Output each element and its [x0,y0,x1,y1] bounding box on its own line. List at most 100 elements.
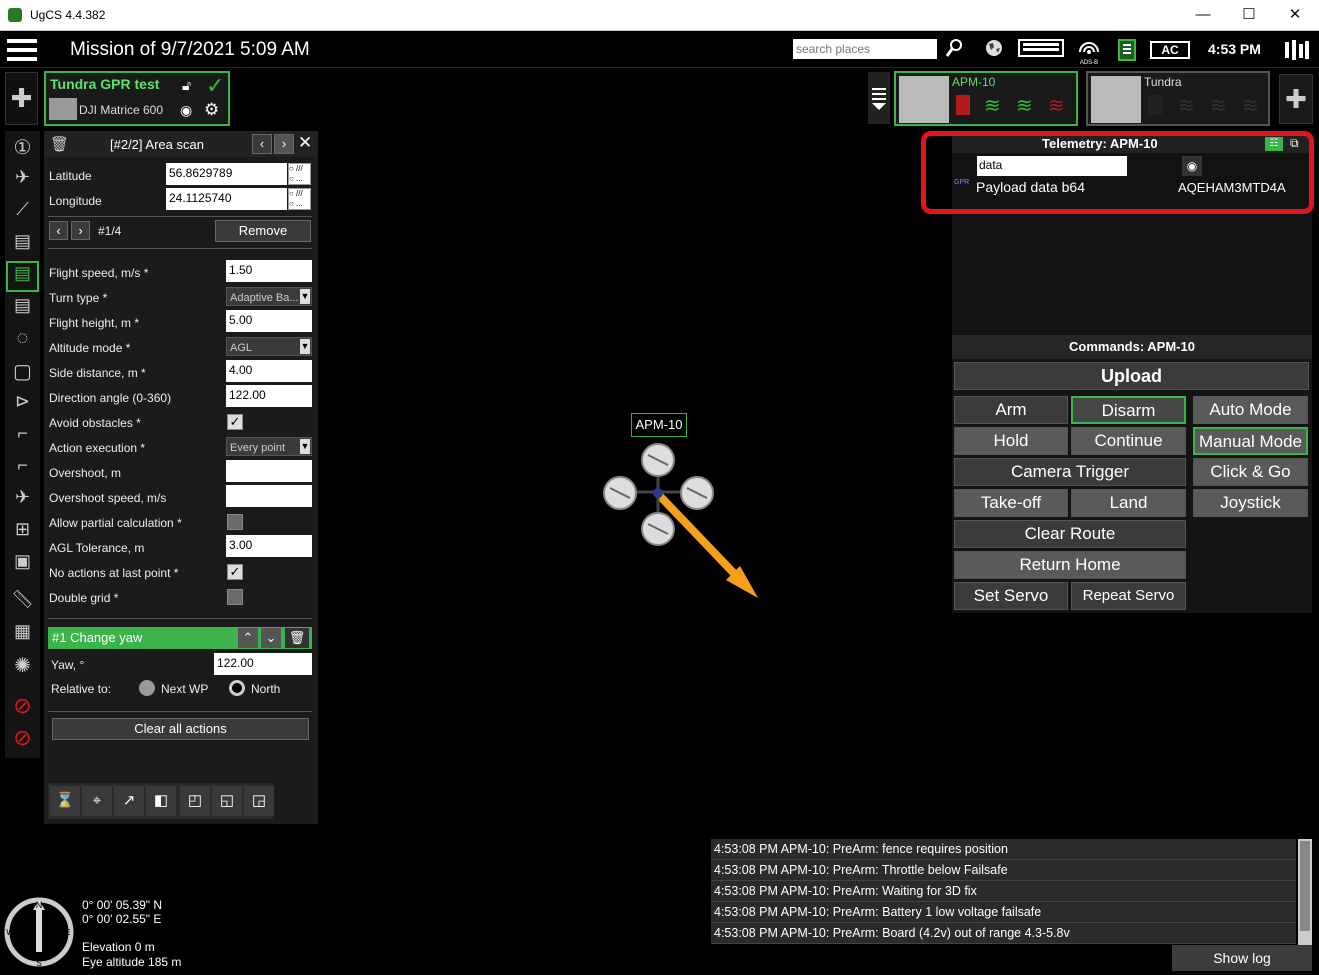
return-home-button[interactable]: Return Home [954,551,1186,579]
move-up-icon[interactable]: ⌃ [238,628,258,648]
parameter-dropdown[interactable]: Every point ▼ [226,437,312,456]
hold-button[interactable]: Hold [954,427,1068,455]
area-scan-tool-icon[interactable]: ▤ [6,261,39,292]
parameter-input[interactable]: 1.50 [226,260,312,282]
click-go-button[interactable]: Click & Go [1193,458,1308,486]
ruler-tool-icon[interactable]: 📏︎ [8,589,37,618]
wait-action-icon[interactable]: ⌛ [50,786,80,816]
corridor-tool-icon[interactable]: ⌐ [8,423,37,452]
globe-icon[interactable] [983,38,1005,62]
route-card[interactable]: Tundra GPR test DJI Matrice 600 🔓︎ ✓ ◉ ⚙ [44,71,230,126]
camera-trigger-button[interactable]: Camera Trigger [954,458,1186,486]
keyboard-icon[interactable] [1017,38,1065,62]
camera-distance-icon[interactable]: ◲ [244,786,274,816]
disarm-button[interactable]: Disarm [1071,396,1186,424]
check-icon[interactable]: ✓ [206,73,224,99]
dropdown-arrow-icon[interactable]: ▼ [300,439,310,454]
landing-tool-icon[interactable]: ✈ [8,487,37,516]
latitude-input[interactable]: 56.8629789 [166,163,287,185]
parameter-input[interactable]: 3.00 [226,535,312,557]
land-button[interactable]: Land [1071,489,1186,517]
path-tool-icon[interactable]: ⟋ [8,199,37,228]
lidar-area-tool-icon[interactable]: ▤ [8,295,37,324]
manual-mode-button[interactable]: Manual Mode [1193,427,1308,455]
close-window-button[interactable]: ✕ [1272,4,1318,26]
parameter-dropdown[interactable]: Adaptive Ba... ▼ [226,287,312,306]
longitude-input[interactable]: 24.1125740 [166,188,287,210]
parameter-checkbox[interactable] [227,514,243,530]
menu-icon[interactable] [7,39,37,61]
facade-tool-icon[interactable]: ⊳ [8,391,37,420]
multi-scan-tool-icon[interactable]: ⊞ [8,519,37,548]
camera-mode-icon[interactable]: ◰ [180,786,210,816]
dropdown-arrow-icon[interactable]: ▼ [300,289,310,304]
vehicle-tile-tundra[interactable]: Tundra ≋ ≋ ≋ [1086,71,1270,126]
auto-mode-button[interactable]: Auto Mode [1193,396,1308,424]
minimize-button[interactable]: — [1180,4,1226,26]
circle-tool-icon[interactable]: ◌ [8,327,37,356]
parameter-checkbox[interactable] [227,589,243,605]
set-servo-button[interactable]: Set Servo [954,582,1068,610]
parameter-dropdown[interactable]: AGL ▼ [226,337,312,356]
show-log-button[interactable]: Show log [1172,945,1312,971]
delete-action-icon[interactable]: 🗑︎ [285,628,309,648]
takeoff-tool-icon[interactable]: ✈ [8,167,37,196]
spiral-tool-icon[interactable]: ▣ [8,551,37,580]
add-route-button[interactable]: ✚ [5,72,38,125]
heading-action-icon[interactable]: ↗ [114,786,144,816]
parameter-checkbox[interactable]: ✓ [227,414,243,430]
arm-button[interactable]: Arm [954,396,1068,424]
settings-sliders-icon[interactable] [1282,38,1312,62]
repeat-servo-button[interactable]: Repeat Servo [1071,582,1186,610]
maximize-button[interactable]: ☐ [1226,4,1272,26]
settings-gear-icon[interactable]: ⚙ [204,100,219,120]
parameter-input[interactable]: 122.00 [226,385,312,407]
vehicle-tile-apm10[interactable]: APM-10 ≋ ≋ ≋ [894,71,1078,126]
trash-icon[interactable]: 🗑︎ [50,135,69,153]
lock-icon[interactable]: 🔓︎ [182,77,191,94]
prev-point-button[interactable]: ‹ [49,221,68,240]
search-icon[interactable] [944,38,964,62]
no-fly-zone-icon[interactable]: ⊘ [8,693,37,722]
camera-attitude-icon[interactable]: ◧ [146,786,176,816]
prev-segment-button[interactable]: ‹ [252,134,272,154]
takeoff-button[interactable]: Take-off [954,489,1068,517]
parameter-input[interactable] [226,460,312,482]
no-fly-zone-circle-icon[interactable]: ⊘ [8,725,37,754]
poi-action-icon[interactable]: ⌖ [82,786,112,816]
add-vehicle-button[interactable]: ✚ [1279,74,1313,124]
camera-trigger-icon[interactable]: ◱ [212,786,242,816]
remove-button[interactable]: Remove [215,220,311,242]
ac-button[interactable]: AC [1150,41,1190,59]
perimeter-tool-icon[interactable]: ▢ [8,359,37,388]
vehicle-list-toggle-icon[interactable] [868,72,890,124]
photogrammetry-tool-icon[interactable]: ▤ [8,231,37,260]
action-header[interactable]: #1 Change yaw ⌃ ⌄ 🗑︎ [48,627,312,649]
north-radio[interactable] [229,680,245,696]
lidar-corridor-tool-icon[interactable]: ⌐ [8,455,37,484]
parameter-checkbox[interactable]: ✓ [227,564,243,580]
eye-icon[interactable]: ◉ [180,102,192,119]
move-down-icon[interactable]: ⌄ [261,628,281,648]
next-segment-button[interactable]: › [274,134,294,154]
waypoint-tool-icon[interactable]: ① [8,135,37,164]
coordinate-format-icon[interactable]: ○ ///○ ... [288,163,311,185]
search-places-input[interactable] [793,39,937,59]
battery-icon[interactable] [1116,38,1138,62]
elevation-profile-tool-icon[interactable]: ▦ [8,621,37,650]
clear-all-actions-button[interactable]: Clear all actions [52,718,309,740]
clear-route-button[interactable]: Clear Route [954,520,1186,548]
drone-map-icon[interactable] [598,440,768,605]
parameter-input[interactable]: 4.00 [226,360,312,382]
parameter-input[interactable]: 5.00 [226,310,312,332]
continue-button[interactable]: Continue [1071,427,1186,455]
parameter-input[interactable] [226,485,312,507]
sun-tool-icon[interactable]: ✺ [8,653,37,682]
compass-icon[interactable]: N S E W [3,896,75,968]
next-wp-radio[interactable] [139,680,155,696]
log-scrollbar[interactable] [1298,839,1312,945]
close-panel-icon[interactable]: ✕ [298,133,312,153]
coordinate-format-icon[interactable]: ○ ///○ ... [288,188,311,210]
joystick-button[interactable]: Joystick [1193,489,1308,517]
next-point-button[interactable]: › [71,221,90,240]
